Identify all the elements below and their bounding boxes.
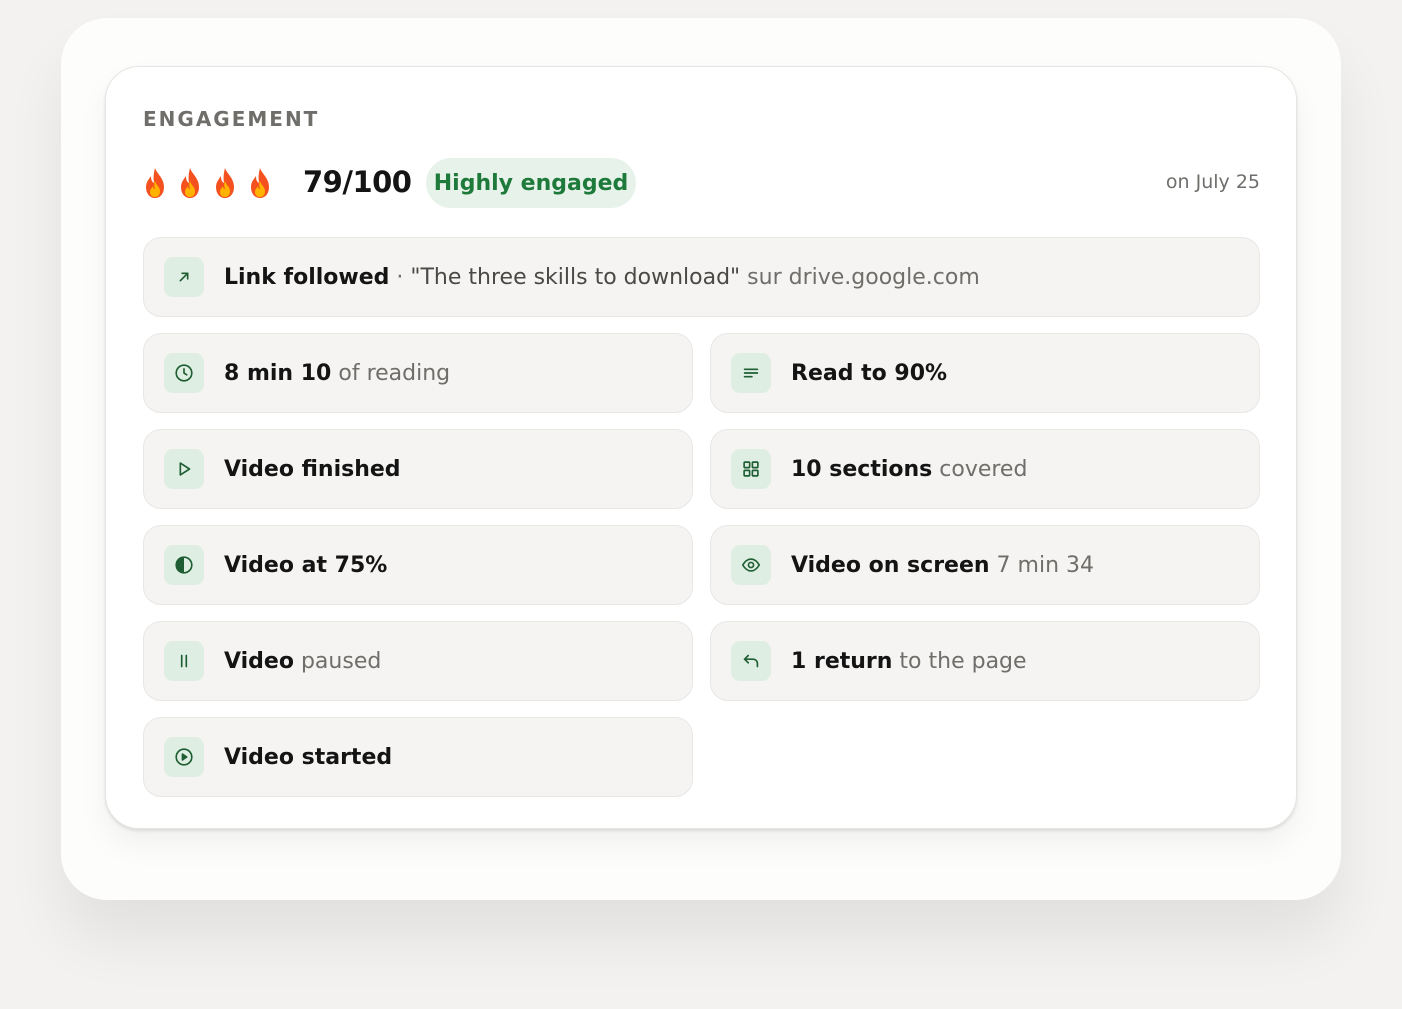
event-text: Video paused	[224, 648, 382, 674]
event-link-followed: Link followed · "The three skills to dow…	[143, 237, 1260, 317]
section-title: ENGAGEMENT	[143, 107, 320, 131]
flame-rating	[143, 167, 272, 199]
event-reading-time: 8 min 10 of reading	[143, 333, 693, 413]
event-page-return: 1 return to the page	[710, 621, 1260, 701]
event-text: Link followed · "The three skills to dow…	[224, 264, 980, 290]
event-text: 10 sections covered	[791, 456, 1028, 482]
event-text: Video on screen 7 min 34	[791, 552, 1095, 578]
event-text: Video at 75%	[224, 552, 388, 578]
fire-icon	[213, 167, 237, 199]
pause-icon	[164, 641, 204, 681]
event-video-on-screen: Video on screen 7 min 34	[710, 525, 1260, 605]
event-text: Video started	[224, 744, 393, 770]
event-video-paused: Video paused	[143, 621, 693, 701]
eye-icon	[731, 545, 771, 585]
play-icon	[164, 449, 204, 489]
event-read-percent: Read to 90%	[710, 333, 1260, 413]
engagement-score: 79/100	[303, 165, 412, 199]
event-text: Video finished	[224, 456, 401, 482]
fire-icon	[248, 167, 272, 199]
event-video-progress: Video at 75%	[143, 525, 693, 605]
event-text: Read to 90%	[791, 360, 948, 386]
event-text: 1 return to the page	[791, 648, 1027, 674]
arrow-up-right-icon	[164, 257, 204, 297]
engagement-badge: Highly engaged	[426, 158, 636, 208]
event-text: 8 min 10 of reading	[224, 360, 451, 386]
engagement-card: ENGAGEMENT 79/100 Highly engaged on July…	[105, 66, 1297, 829]
event-video-started: Video started	[143, 717, 693, 797]
fire-icon	[178, 167, 202, 199]
grid-icon	[731, 449, 771, 489]
return-arrow-icon	[731, 641, 771, 681]
event-video-finished: Video finished	[143, 429, 693, 509]
event-sections-covered: 10 sections covered	[710, 429, 1260, 509]
engagement-date: on July 25	[1165, 171, 1260, 193]
half-circle-icon	[164, 545, 204, 585]
play-circle-icon	[164, 737, 204, 777]
outer-panel: ENGAGEMENT 79/100 Highly engaged on July…	[61, 18, 1341, 900]
lines-icon	[731, 353, 771, 393]
clock-icon	[164, 353, 204, 393]
fire-icon	[143, 167, 167, 199]
